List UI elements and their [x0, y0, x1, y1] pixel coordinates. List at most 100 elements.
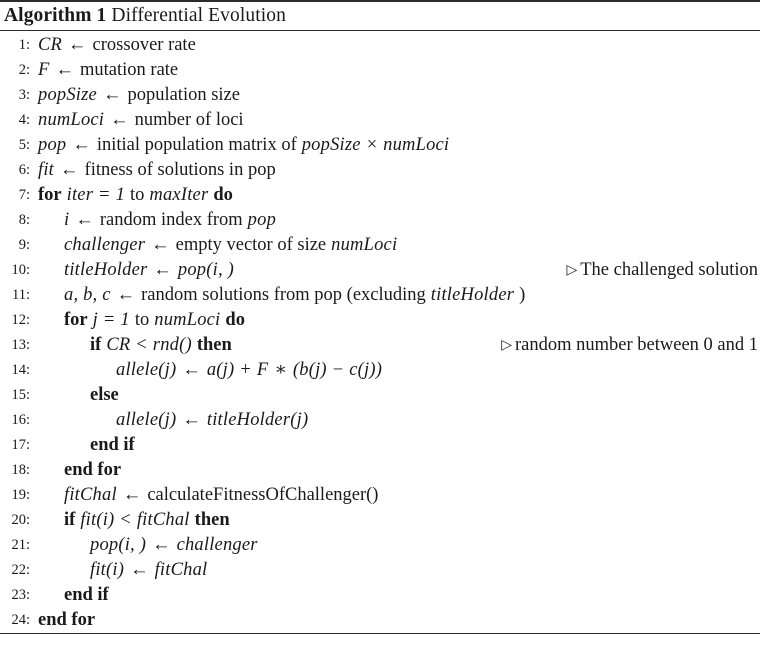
token-op: ←	[122, 485, 142, 505]
line-content: if fit(i) < fitChal then	[64, 508, 230, 533]
token-va: pop(i, )	[90, 535, 147, 555]
line-number: 9	[0, 233, 30, 258]
algorithm-line: 21 pop(i, )←challenger	[0, 533, 760, 558]
token-op: <	[120, 510, 131, 530]
token-op: ×	[366, 135, 378, 155]
token-va: c(j))	[349, 360, 383, 380]
token-op: ←	[130, 560, 149, 580]
line-number: 2	[0, 58, 30, 83]
token-ro: to	[134, 310, 150, 330]
token-va: titleHolder(j)	[206, 410, 309, 430]
token-va: fit(i)	[90, 560, 125, 580]
token-op: +	[240, 360, 251, 380]
token-kw: end if	[64, 585, 109, 605]
line-number: 11	[0, 283, 30, 308]
line-number: 5	[0, 133, 30, 158]
token-ro: crossover rate	[92, 35, 196, 55]
token-va: allele(j)	[116, 360, 177, 380]
token-va: 1	[120, 310, 130, 330]
algorithm-line: 12 forj=1tonumLocido	[0, 308, 760, 333]
token-kw: then	[196, 335, 232, 355]
algorithm-line: 2F←mutation rate	[0, 58, 760, 83]
comment-triangle-icon: ▷	[501, 338, 512, 353]
line-number: 1	[0, 33, 30, 58]
line-comment: ▷ The challenged solution	[566, 258, 758, 283]
token-va: pop	[38, 135, 67, 155]
token-ro: to	[130, 185, 145, 205]
algorithm-line: 4 numLoci←number of loci	[0, 108, 760, 133]
token-ro: random index from	[99, 210, 243, 230]
algorithm-lines: 1CR←crossover rate2F←mutation rate3popSi…	[0, 31, 760, 633]
token-kw: do	[213, 185, 233, 205]
token-va: popSize	[38, 85, 97, 105]
token-va: pop(i, )	[177, 260, 234, 280]
token-va: maxIter	[149, 185, 209, 205]
line-content: else	[90, 383, 119, 408]
algorithm-line: 24 end for	[0, 608, 760, 633]
token-kw: then	[194, 510, 230, 530]
algorithm-line: 16 allele(j)←titleHolder(j)	[0, 408, 760, 433]
token-ro: fitness of solutions in pop	[84, 160, 276, 180]
algorithm-line: 11 a, b, c←random solutions from pop (exc…	[0, 283, 760, 308]
token-va: titleHolder	[430, 285, 515, 305]
comment-triangle-icon: ▷	[566, 263, 578, 278]
line-number: 17	[0, 433, 30, 458]
token-ro: number of loci	[134, 110, 244, 130]
token-op: ←	[151, 235, 170, 255]
token-va: fit(i)	[80, 510, 115, 530]
line-content: allele(j) ← titleHolder(j)	[116, 408, 308, 433]
token-va: iter	[66, 185, 94, 205]
token-kw: if	[90, 335, 102, 355]
token-op: ←	[182, 410, 201, 430]
comment-text: random number between 0 and 1	[515, 335, 758, 355]
token-kw: for	[64, 310, 88, 330]
line-content: if CR < rnd() then	[90, 333, 232, 358]
token-va: a(j)	[206, 360, 235, 380]
token-op: =	[103, 310, 115, 330]
token-va: challenger	[176, 535, 258, 555]
token-op: ←	[110, 110, 129, 130]
token-kw: end if	[90, 435, 135, 455]
token-va: popSize	[301, 135, 361, 155]
algorithm-line: 22 fit(i)←fitChal	[0, 558, 760, 583]
line-number: 3	[0, 83, 30, 108]
line-content: i ← random index from pop	[64, 208, 276, 233]
line-number: 12	[0, 308, 30, 333]
line-content: end if	[64, 583, 109, 608]
algorithm-line: 19 fitChal←calculateFitnessOfChallenger()	[0, 483, 760, 508]
line-number: 18	[0, 458, 30, 483]
token-va: rnd()	[152, 335, 192, 355]
algorithm-title-label: Differential Evolution	[111, 5, 286, 26]
line-content: popSize ← population size	[38, 83, 240, 108]
token-op: ←	[153, 260, 172, 280]
algorithm-line: 8 i←random index frompop	[0, 208, 760, 233]
line-content: allele(j) ← a(j) + F ∗ (b(j) − c(j))	[116, 358, 382, 383]
token-kw: if	[64, 510, 76, 530]
token-va: titleHolder	[64, 260, 148, 280]
line-content: end if	[90, 433, 135, 458]
token-op: ←	[60, 160, 79, 180]
token-va: allele(j)	[116, 410, 177, 430]
line-number: 4	[0, 108, 30, 133]
algorithm-line: 15 else	[0, 383, 760, 408]
token-va: fit	[38, 160, 55, 180]
algorithm-line: 17 end if	[0, 433, 760, 458]
algorithm-line: 3 popSize←population size	[0, 83, 760, 108]
line-content: for iter = 1 to maxIter do	[38, 183, 233, 208]
line-number: 24	[0, 608, 30, 633]
token-va: i	[64, 210, 70, 230]
token-op: ←	[55, 60, 75, 80]
token-kw: end for	[38, 610, 96, 630]
token-op: ←	[182, 360, 201, 380]
line-content: pop(i, ) ← challenger	[90, 533, 258, 558]
algorithm-block: Algorithm 1Differential Evolution 1CR←cr…	[0, 0, 760, 634]
token-va: j	[92, 310, 98, 330]
token-va: numLoci	[154, 310, 221, 330]
algorithm-number-label: Algorithm 1	[4, 5, 107, 26]
line-number: 22	[0, 558, 30, 583]
comment-text: The challenged solution	[580, 260, 758, 280]
line-content: fit(i) ← fitChal	[90, 558, 207, 583]
token-va: challenger	[64, 235, 146, 255]
bottom-rule	[0, 633, 760, 634]
token-op: ←	[102, 85, 122, 105]
